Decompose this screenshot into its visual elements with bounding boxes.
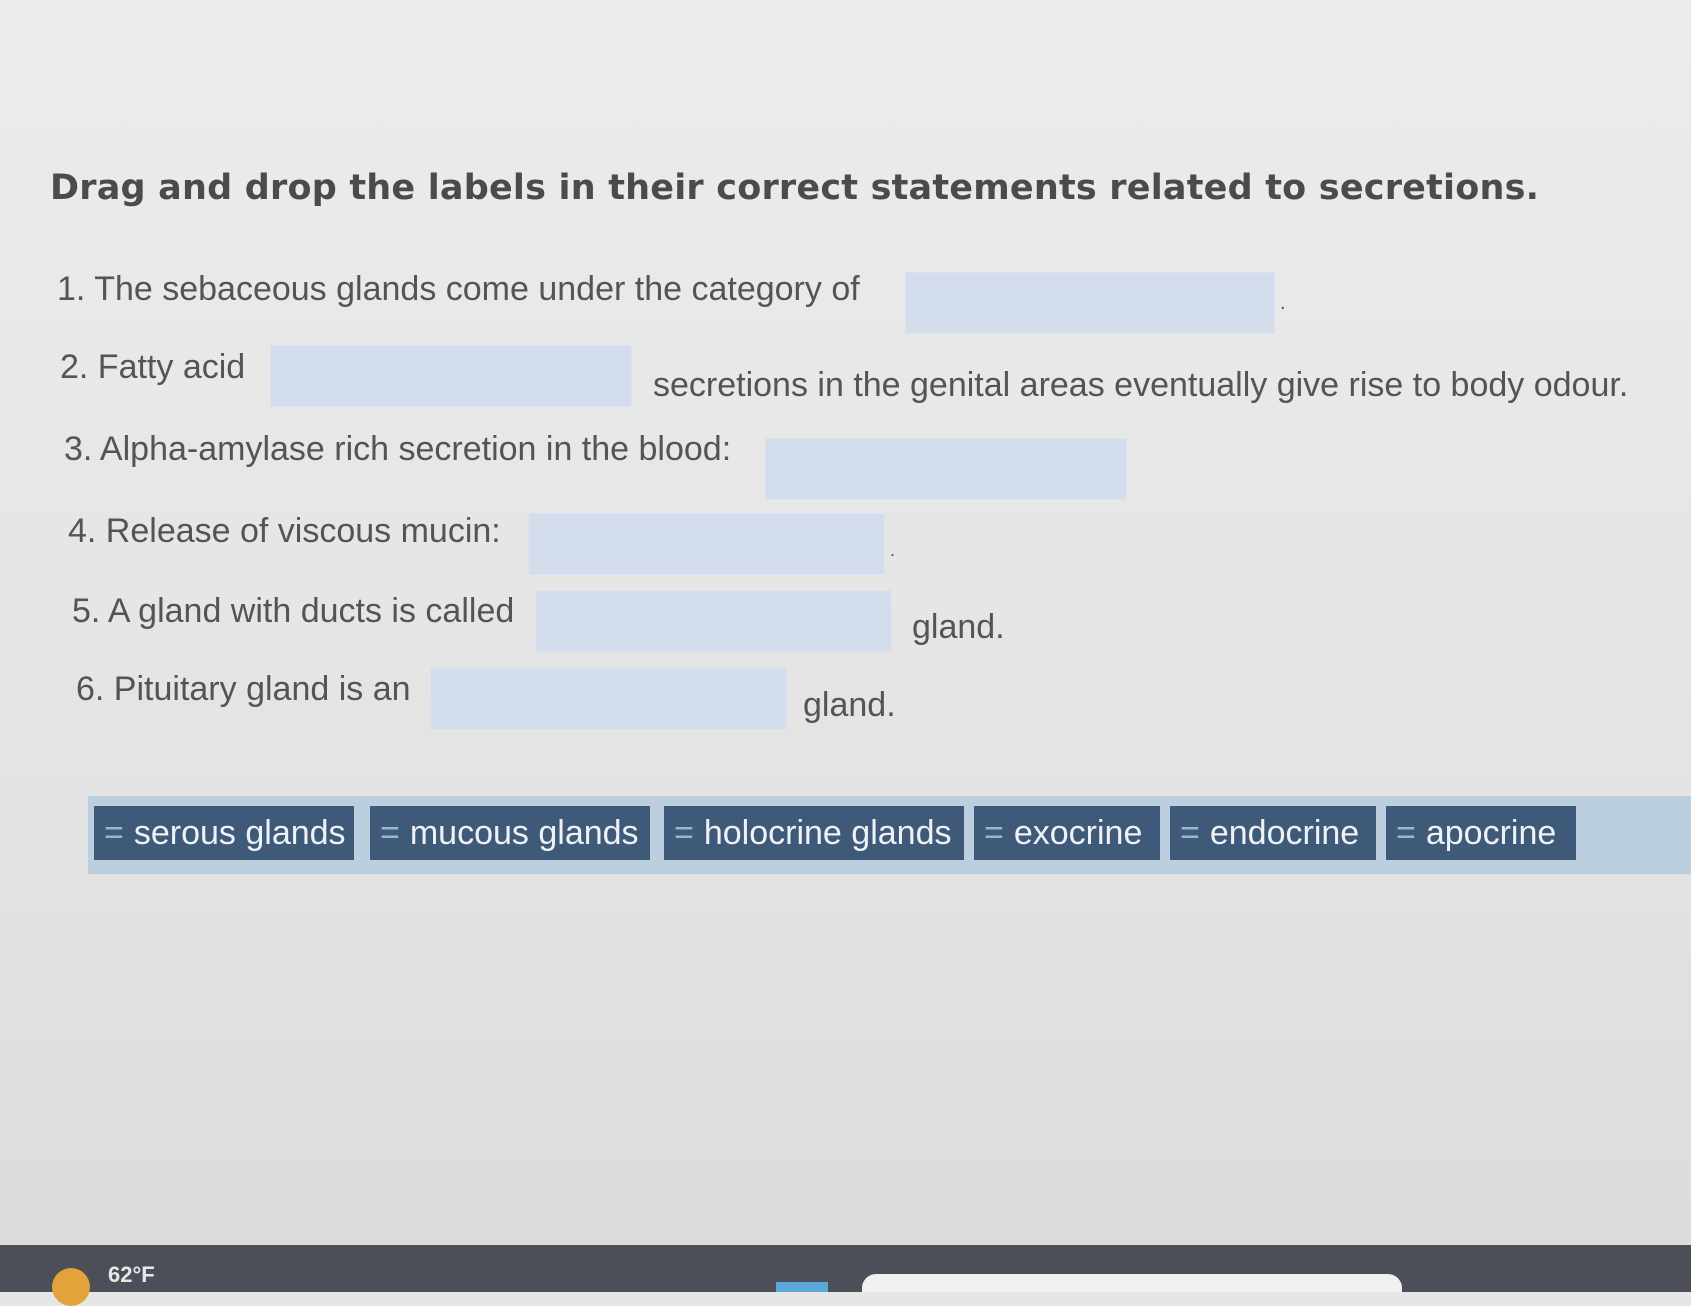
label-holocrine-glands[interactable]: = holocrine glands: [664, 806, 964, 860]
label-exocrine[interactable]: = exocrine: [974, 806, 1160, 860]
drag-handle-icon: =: [1396, 813, 1416, 852]
drag-handle-icon: =: [104, 813, 124, 852]
drag-handle-icon: =: [674, 813, 694, 852]
drop-zone-4[interactable]: [528, 513, 885, 575]
instruction-heading: Drag and drop the labels in their correc…: [50, 168, 1540, 208]
weather-temperature[interactable]: 62°F: [108, 1262, 155, 1288]
drop-zone-2[interactable]: [270, 345, 632, 407]
drop-zone-5[interactable]: [535, 590, 892, 652]
statement-2-suffix: secretions in the genital areas eventual…: [653, 366, 1629, 404]
label-text: holocrine glands: [703, 813, 952, 852]
label-endocrine[interactable]: = endocrine: [1170, 806, 1376, 860]
statement-1-suffix: .: [1280, 292, 1286, 314]
statement-6-text: 6. Pituitary gland is an: [76, 670, 411, 708]
label-text: apocrine: [1425, 813, 1557, 852]
drag-handle-icon: =: [1180, 813, 1200, 852]
drop-zone-6[interactable]: [430, 668, 787, 730]
taskbar-search-box[interactable]: [862, 1274, 1402, 1292]
statement-5-text: 5. A gland with ducts is called: [72, 592, 515, 630]
drop-zone-1[interactable]: [905, 272, 1275, 334]
label-text: exocrine: [1013, 813, 1143, 852]
statement-5-suffix: gland.: [912, 608, 1005, 646]
weather-sun-icon[interactable]: [52, 1268, 90, 1306]
label-apocrine[interactable]: = apocrine: [1386, 806, 1576, 860]
label-mucous-glands[interactable]: = mucous glands: [370, 806, 650, 860]
label-text: mucous glands: [409, 813, 639, 852]
statement-3-text: 3. Alpha-amylase rich secretion in the b…: [64, 430, 732, 468]
statement-2-text: 2. Fatty acid: [60, 348, 246, 386]
taskbar-app-icon[interactable]: [776, 1282, 828, 1292]
drag-handle-icon: =: [984, 813, 1004, 852]
label-text: serous glands: [133, 813, 346, 852]
quiz-page: Drag and drop the labels in their correc…: [0, 0, 1691, 1245]
label-bank: = serous glands = mucous glands = holocr…: [88, 796, 1691, 874]
statement-4-text: 4. Release of viscous mucin:: [68, 512, 501, 550]
label-serous-glands[interactable]: = serous glands: [94, 806, 354, 860]
drag-handle-icon: =: [380, 813, 400, 852]
drop-zone-3[interactable]: [765, 438, 1127, 500]
statement-1-text: 1. The sebaceous glands come under the c…: [57, 270, 860, 308]
statement-4-suffix: .: [890, 540, 896, 560]
statement-6-suffix: gland.: [803, 686, 896, 724]
label-text: endocrine: [1209, 813, 1360, 852]
taskbar: [0, 1245, 1691, 1292]
